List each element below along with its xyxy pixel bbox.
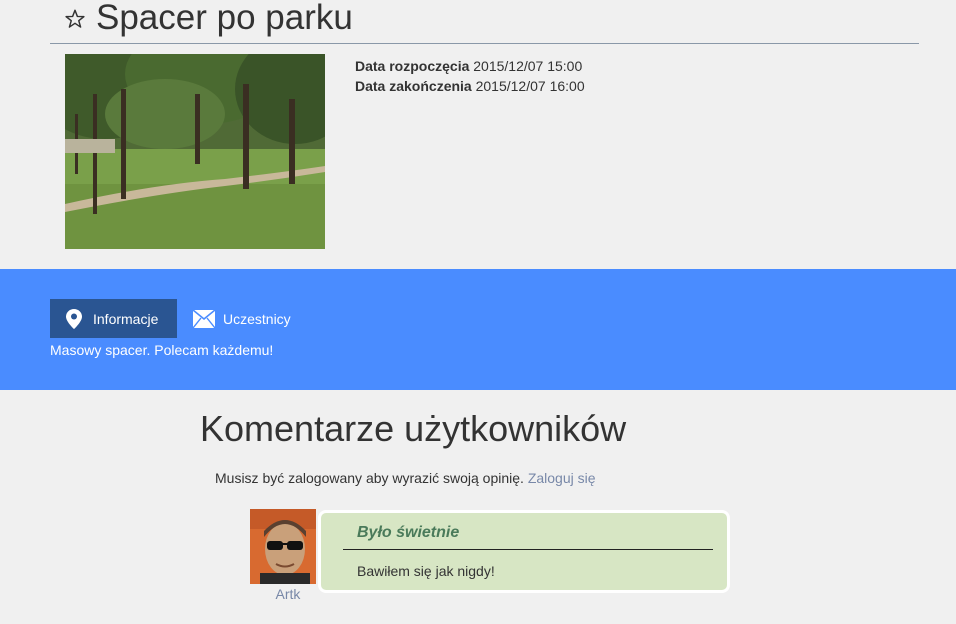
event-page: Spacer po parku Data rozpoczęcia 2015/12…: [0, 0, 956, 624]
comment-title: Było świetnie: [357, 524, 460, 541]
avatar[interactable]: [250, 509, 316, 584]
event-header: Spacer po parku: [50, 0, 919, 44]
end-date-row: Data zakończenia 2015/12/07 16:00: [355, 76, 585, 96]
comment-author[interactable]: Artk: [250, 586, 326, 602]
map-pin-icon: [66, 308, 82, 329]
start-date-label: Data rozpoczęcia: [355, 58, 470, 74]
login-note: Musisz być zalogowany aby wyrazić swoją …: [215, 470, 596, 486]
login-link[interactable]: Zaloguj się: [528, 470, 596, 486]
comment-text: Bawiłem się jak nigdy!: [357, 563, 495, 579]
comment-card: Było świetnie Bawiłem się jak nigdy!: [318, 510, 730, 593]
comment-divider: [343, 549, 713, 550]
end-date-value: 2015/12/07 16:00: [475, 78, 585, 94]
tab-informacje-label: Informacje: [93, 310, 159, 327]
start-date-value: 2015/12/07 15:00: [473, 58, 583, 74]
tab-informacje[interactable]: Informacje: [50, 299, 177, 338]
login-note-text: Musisz być zalogowany aby wyrazić swoją …: [215, 470, 524, 486]
end-date-label: Data zakończenia: [355, 78, 472, 94]
event-photo: [65, 54, 325, 249]
info-band: Informacje Uczestnicy Masowy spacer. Pol…: [0, 269, 956, 390]
event-description: Masowy spacer. Polecam każdemu!: [50, 342, 274, 358]
tab-uczestnicy[interactable]: Uczestnicy: [193, 299, 291, 338]
star-outline-icon[interactable]: [64, 8, 86, 30]
tab-uczestnicy-label: Uczestnicy: [223, 310, 291, 327]
envelope-icon: [193, 309, 215, 328]
start-date-row: Data rozpoczęcia 2015/12/07 15:00: [355, 56, 585, 76]
page-title: Spacer po parku: [96, 0, 353, 37]
event-dates: Data rozpoczęcia 2015/12/07 15:00 Data z…: [355, 56, 585, 96]
comments-heading: Komentarze użytkowników: [200, 408, 627, 449]
